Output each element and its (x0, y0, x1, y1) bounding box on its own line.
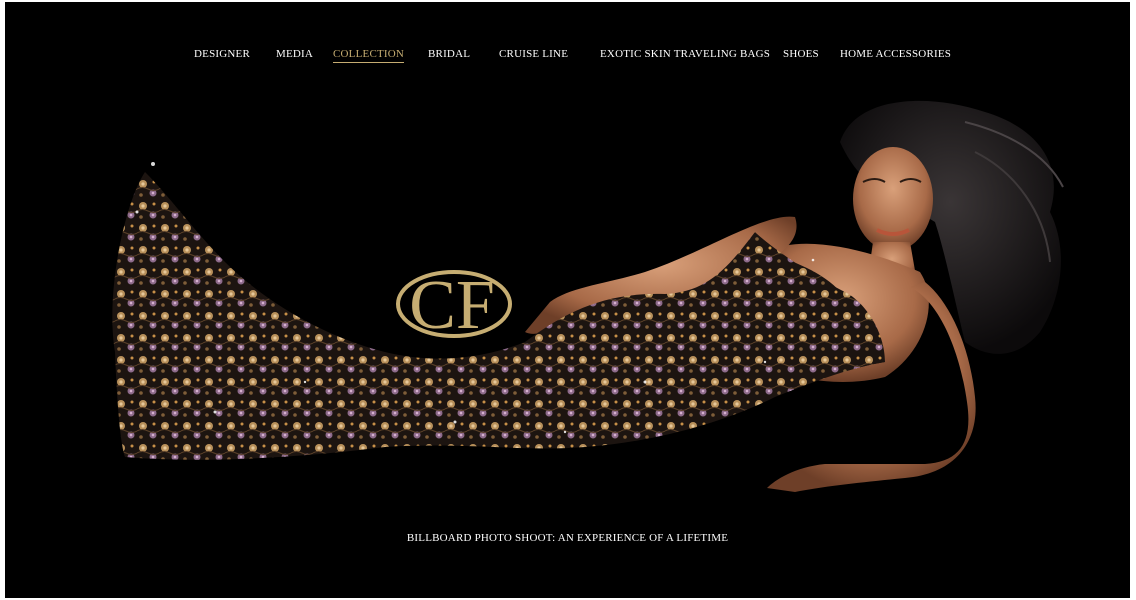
nav-item-collection[interactable]: COLLECTION (333, 48, 405, 63)
nav-item-designer[interactable]: DESIGNER (194, 48, 250, 60)
page-frame: DESIGNER MEDIA COLLECTION BRIDAL CRUISE … (5, 2, 1130, 598)
nav-item-exotic-skin-traveling-bags[interactable]: EXOTIC SKIN TRAVELING BAGS (600, 48, 770, 60)
nav-item-media[interactable]: MEDIA (276, 48, 313, 60)
hero-image (112, 100, 1064, 492)
hero-caption[interactable]: BILLBOARD PHOTO SHOOT: AN EXPERIENCE OF … (5, 532, 1130, 544)
nav-item-bridal[interactable]: BRIDAL (428, 48, 470, 60)
logo-text: CF (409, 267, 495, 344)
nav-item-shoes[interactable]: SHOES (783, 48, 819, 60)
cf-logo[interactable]: CF (389, 264, 515, 344)
nav-item-home-accessories[interactable]: HOME ACCESSORIES (840, 48, 951, 60)
main-nav: DESIGNER MEDIA COLLECTION BRIDAL CRUISE … (5, 48, 1130, 70)
nav-item-cruise-line[interactable]: CRUISE LINE (499, 48, 568, 60)
